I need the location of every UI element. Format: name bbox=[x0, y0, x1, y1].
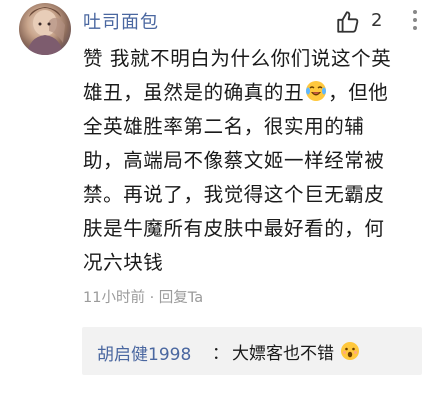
comment-body: 赞 我就不明白为什么你们说这个英 雄丑，虽然是的确真的丑 ，但他 全英雄胜率第二名… bbox=[83, 42, 423, 280]
more-dot-icon bbox=[413, 26, 417, 30]
laugh-cry-emoji-icon bbox=[305, 79, 327, 101]
like-button[interactable] bbox=[335, 9, 361, 35]
avatar[interactable] bbox=[19, 3, 71, 55]
comment-text-segment: ，但他 bbox=[328, 81, 389, 104]
meta-dot: · bbox=[149, 290, 155, 306]
more-dot-icon bbox=[413, 10, 417, 14]
more-options-button[interactable] bbox=[407, 6, 423, 34]
comment-line: 肤是牛魔所有皮肤中最好看的，何 bbox=[83, 217, 385, 240]
comment-line: 禁。再说了，我觉得这个巨无霸皮 bbox=[83, 183, 385, 206]
comment-time: 11小时前 bbox=[83, 290, 145, 306]
reply-separator: ： bbox=[212, 344, 229, 364]
comment-meta: 11小时前 · 回复Ta bbox=[83, 286, 203, 307]
like-count: 2 bbox=[371, 10, 383, 31]
comment-text-segment: 雄丑，虽然是的确真的丑 bbox=[83, 81, 305, 104]
comment-card: 吐司面包 2 赞 我就不明白为什么你们说这个英 雄丑，虽然是的确真的丑 ，但他 全… bbox=[0, 0, 433, 400]
reply-text: 大嫖客也不错 bbox=[232, 344, 334, 364]
comment-line: 全英雄胜率第二名，很实用的辅 bbox=[83, 115, 365, 138]
thumbs-up-icon bbox=[337, 11, 359, 33]
reply-box[interactable]: 胡启健1998 ： 大嫖客也不错 bbox=[82, 327, 422, 375]
reply-username[interactable]: 胡启健1998 bbox=[97, 340, 191, 365]
comment-line: 况六块钱 bbox=[83, 251, 164, 274]
shocked-emoji-icon bbox=[340, 341, 360, 361]
avatar-image bbox=[27, 7, 65, 55]
comment-line: 雄丑，虽然是的确真的丑 ，但他 bbox=[83, 76, 423, 110]
comment-line: 助，高端局不像蔡文姬一样经常被 bbox=[83, 149, 385, 172]
reply-button[interactable]: 回复Ta bbox=[159, 290, 203, 306]
comment-line: 赞 我就不明白为什么你们说这个英 bbox=[83, 47, 392, 70]
comment-username[interactable]: 吐司面包 bbox=[83, 8, 159, 34]
more-dot-icon bbox=[413, 18, 417, 22]
